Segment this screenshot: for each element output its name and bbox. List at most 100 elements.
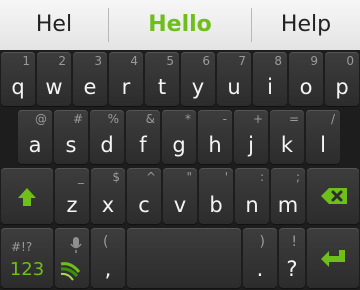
shift-key[interactable]	[1, 168, 53, 224]
key-label: k	[280, 133, 294, 157]
key-l[interactable]: / l	[306, 110, 340, 164]
shift-arrow-icon	[18, 188, 36, 206]
key-label: l	[320, 133, 326, 157]
key-label: x	[101, 193, 115, 217]
key-sub: 4	[130, 54, 138, 68]
keyboard-row-3: _ z $ x ^ c " v ' b :n ; m	[0, 168, 360, 224]
key-label: h	[208, 133, 222, 157]
period-sub: )	[259, 234, 265, 250]
key-label: j	[248, 133, 254, 157]
key-label: m	[277, 193, 299, 217]
key-label: a	[28, 133, 42, 157]
symbols-label: 123	[9, 259, 45, 280]
key-sub: 2	[58, 54, 66, 68]
key-label: s	[65, 133, 77, 157]
period-label: .	[256, 257, 264, 281]
key-n[interactable]: :n	[235, 168, 269, 224]
comma-label: ,	[104, 257, 112, 281]
comma-key[interactable]: ( ,	[91, 228, 125, 288]
key-e[interactable]: 3e	[73, 52, 107, 106]
question-label: ?	[286, 257, 298, 281]
suggestion-bar: Hel Hello Help	[0, 0, 360, 51]
key-o[interactable]: 9o	[289, 52, 323, 106]
keyboard: 1q 2w 3e 4r 5t 6y 7u 8i 9o 0p @ a # s % d &…	[0, 50, 360, 290]
key-label: v	[173, 193, 187, 217]
key-c[interactable]: ^ c	[127, 168, 161, 224]
key-x[interactable]: $ x	[91, 168, 125, 224]
key-label: z	[66, 193, 78, 217]
enter-icon	[321, 250, 345, 267]
symbols-sub: #!?	[11, 240, 33, 254]
key-f[interactable]: & f	[126, 110, 160, 164]
key-sub: $	[112, 170, 120, 184]
key-sub: &	[145, 112, 155, 126]
key-j[interactable]: + j	[234, 110, 268, 164]
key-sub: 0	[346, 54, 354, 68]
key-label: y	[191, 75, 205, 99]
key-label: p	[335, 75, 349, 99]
key-w[interactable]: 2w	[37, 52, 71, 106]
key-sub: %	[107, 112, 119, 126]
key-y[interactable]: 6y	[181, 52, 215, 106]
key-sub: +	[252, 112, 263, 126]
question-sub: !	[291, 234, 297, 250]
keyboard-row-1: 1q 2w 3e 4r 5t 6y 7u 8i 9o 0p	[0, 52, 360, 106]
suggestion-right[interactable]: Help	[252, 0, 360, 50]
key-label: e	[83, 75, 97, 99]
key-t[interactable]: 5t	[145, 52, 179, 106]
key-label: u	[227, 75, 241, 99]
key-label: c	[138, 193, 150, 217]
key-sub: 1	[22, 54, 30, 68]
key-sub: #	[72, 112, 83, 126]
key-label: w	[45, 75, 63, 99]
key-sub: 8	[274, 54, 282, 68]
suggestion-left[interactable]: Hel	[0, 0, 108, 50]
key-sub: *	[185, 112, 191, 126]
enter-key[interactable]	[307, 228, 359, 288]
key-v[interactable]: " v	[163, 168, 197, 224]
key-r[interactable]: 4r	[109, 52, 143, 106]
backspace-icon	[321, 188, 347, 204]
key-sub: "	[186, 170, 192, 184]
key-sub: 6	[202, 54, 210, 68]
backspace-key[interactable]	[307, 168, 359, 224]
key-label: d	[100, 133, 114, 157]
key-b[interactable]: ' b	[199, 168, 233, 224]
key-sub: _	[78, 170, 84, 184]
key-sub: =	[288, 112, 299, 126]
suggestion-center[interactable]: Hello	[109, 0, 251, 50]
key-a[interactable]: @ a	[18, 110, 52, 164]
key-p[interactable]: 0p	[325, 52, 359, 106]
key-label: b	[209, 193, 223, 217]
key-q[interactable]: 1q	[1, 52, 35, 106]
key-u[interactable]: 7u	[217, 52, 251, 106]
key-m[interactable]: ; m	[271, 168, 305, 224]
key-sub: ^	[145, 170, 156, 184]
key-label: t	[157, 75, 167, 99]
key-sub: /	[330, 112, 335, 126]
key-sub: ;	[295, 170, 300, 184]
question-key[interactable]: ! ?	[279, 228, 305, 288]
key-h[interactable]: -h	[198, 110, 232, 164]
key-label: o	[299, 75, 313, 99]
space-key[interactable]	[127, 228, 241, 288]
key-g[interactable]: * g	[162, 110, 196, 164]
key-i[interactable]: 8i	[253, 52, 287, 106]
key-k[interactable]: = k	[270, 110, 304, 164]
key-label: f	[139, 133, 147, 157]
key-sub: @	[35, 112, 47, 126]
key-sub: 7	[238, 54, 246, 68]
key-sub: 9	[310, 54, 318, 68]
swype-key[interactable]	[55, 228, 89, 288]
keyboard-row-2: @ a # s % d & f * g -h + j = k / l	[0, 110, 360, 164]
comma-sub: (	[103, 234, 109, 250]
key-d[interactable]: % d	[90, 110, 124, 164]
key-sub: -	[222, 112, 227, 126]
symbols-key[interactable]: #!? 123	[1, 228, 53, 288]
key-label: g	[172, 133, 186, 157]
keyboard-row-4: #!? 123 ( , ) . ! ?	[0, 228, 360, 288]
key-z[interactable]: _ z	[55, 168, 89, 224]
period-key[interactable]: ) .	[243, 228, 277, 288]
key-s[interactable]: # s	[54, 110, 88, 164]
key-sub: 3	[94, 54, 102, 68]
